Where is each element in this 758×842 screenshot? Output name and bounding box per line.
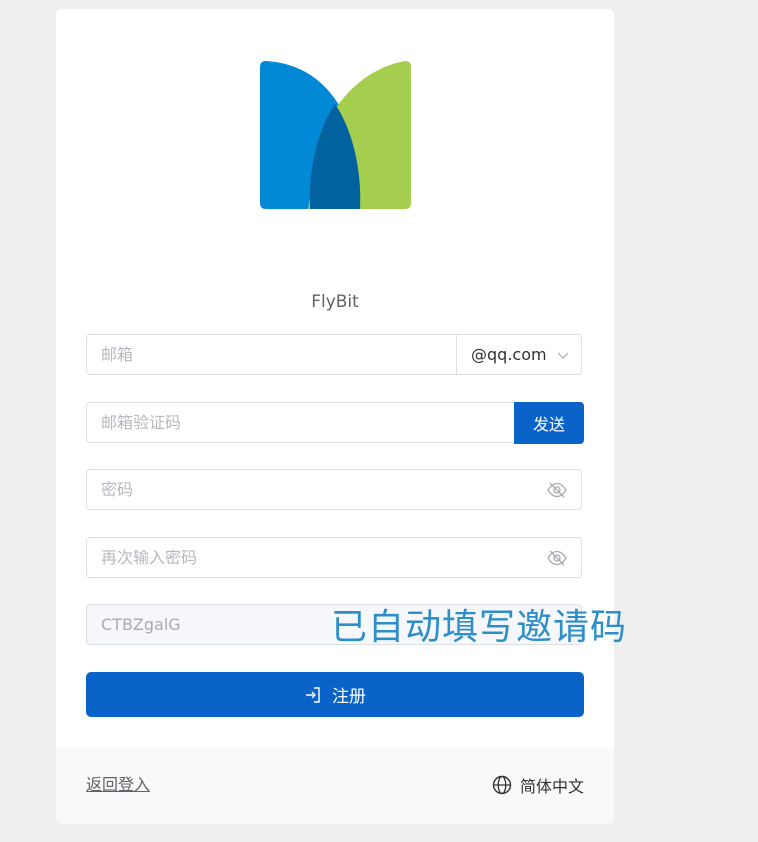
password-confirm-field [86,537,582,578]
flybit-logo [260,61,411,209]
password-input[interactable] [87,470,527,509]
login-arrow-icon [306,686,320,703]
register-button[interactable]: 注册 [86,672,584,717]
send-code-button[interactable]: 发送 [514,402,584,444]
email-domain-select[interactable]: @qq.com [456,335,581,374]
verify-code-input[interactable] [87,403,487,442]
card-footer: 返回登入 简体中文 [56,748,614,824]
eye-off-icon[interactable] [547,549,567,567]
language-label: 简体中文 [519,777,584,796]
back-to-login-link[interactable]: 返回登入 [86,771,150,795]
app-name: FlyBit [311,292,359,312]
language-switcher[interactable]: 简体中文 [492,773,584,797]
eye-off-icon[interactable] [547,481,567,499]
password-field [86,469,582,510]
annotation-caption: 已自动填写邀请码 [331,607,628,648]
globe-icon [492,775,512,795]
register-button-label: 注册 [332,687,366,707]
password-confirm-input[interactable] [87,538,527,577]
email-field-group: @qq.com [86,334,582,375]
email-domain-value: @qq.com [471,345,547,364]
email-input[interactable] [87,335,459,374]
verify-code-field [86,402,582,443]
chevron-down-icon [557,352,569,359]
register-card: FlyBit @qq.com 发送 [56,9,614,824]
